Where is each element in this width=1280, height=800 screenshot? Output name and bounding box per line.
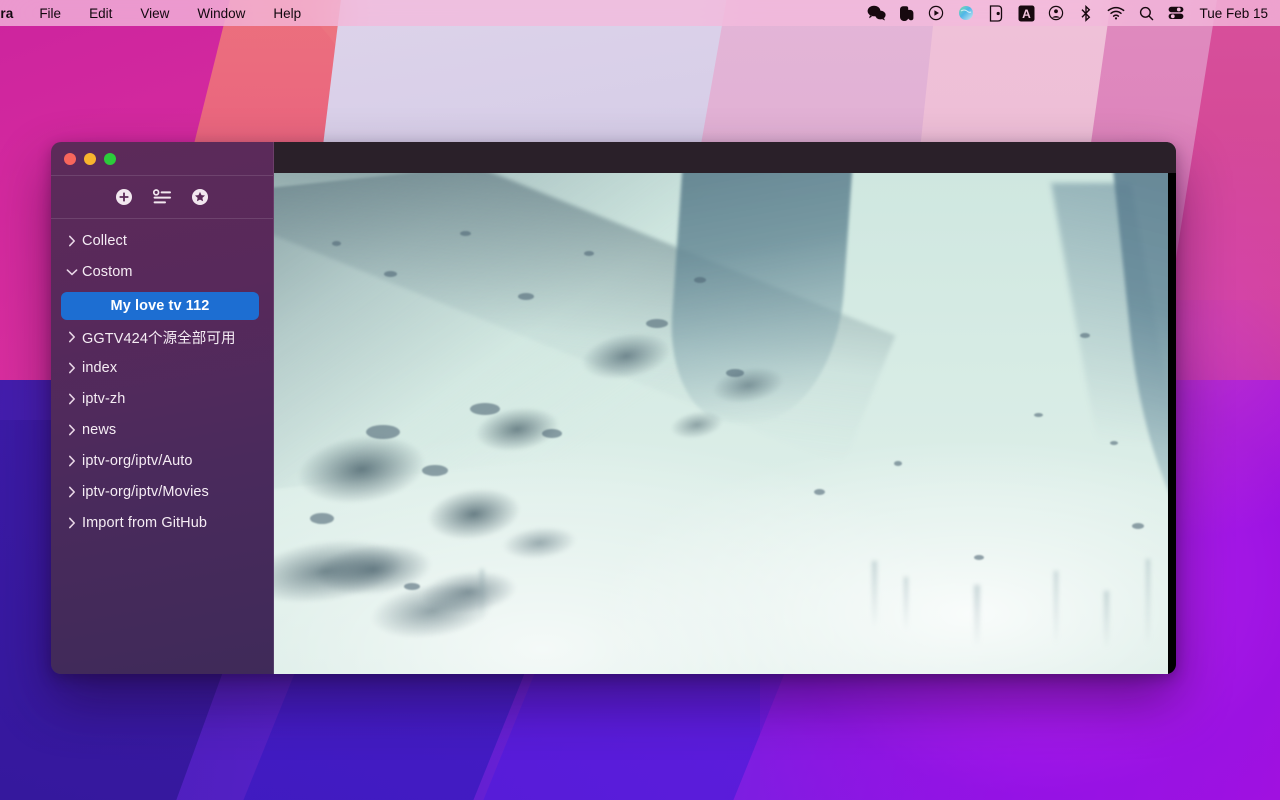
chevron-right-icon <box>65 235 79 247</box>
sidebar-item-my-love-tv-112[interactable]: My love tv 112 <box>61 292 259 320</box>
video-detail <box>1110 441 1118 445</box>
menu-bar-clock[interactable]: Tue Feb 15 <box>1191 6 1274 21</box>
app-window: Collect Costom My love tv 112 GGTV424个源全… <box>51 142 1176 674</box>
sidebar-item-iptv-zh[interactable]: iptv-zh <box>51 388 273 410</box>
close-button[interactable] <box>64 152 76 165</box>
menu-app-name[interactable]: ora <box>0 6 25 21</box>
menu-bar-left: ora File Edit View Window Help <box>0 6 315 21</box>
video-detail <box>872 561 877 629</box>
video-detail <box>1080 333 1090 338</box>
minimize-button[interactable] <box>84 152 96 165</box>
video-detail <box>814 489 825 495</box>
sidebar-item-import-from-github[interactable]: Import from GitHub <box>51 512 273 534</box>
video-detail <box>894 461 902 466</box>
video-detail <box>460 231 471 236</box>
chevron-right-icon <box>65 424 79 436</box>
video-detail <box>470 403 500 415</box>
sidebar-item-label: iptv-org/iptv/Movies <box>82 484 209 500</box>
video-detail <box>480 569 484 621</box>
video-detail <box>646 319 668 328</box>
video-detail <box>726 369 744 377</box>
chevron-right-icon <box>65 331 79 343</box>
zoom-button[interactable] <box>104 152 116 165</box>
video-detail <box>1132 523 1144 529</box>
playlist-tree: Collect Costom My love tv 112 GGTV424个源全… <box>51 219 273 674</box>
favorite-button[interactable] <box>189 186 211 208</box>
menu-item-window[interactable]: Window <box>183 6 259 21</box>
video-detail <box>1104 591 1109 649</box>
sidebar-item-label: Import from GitHub <box>82 515 208 531</box>
wifi-icon[interactable] <box>1101 2 1131 24</box>
sidebar-item-iptv-org-auto[interactable]: iptv-org/iptv/Auto <box>51 450 273 472</box>
menu-item-edit[interactable]: Edit <box>75 6 126 21</box>
chevron-right-icon <box>65 517 79 529</box>
video-detail <box>542 429 562 438</box>
bluetooth-icon[interactable] <box>1071 2 1101 24</box>
video-detail <box>404 583 420 590</box>
search-icon[interactable] <box>1131 2 1161 24</box>
menu-item-file[interactable]: File <box>25 6 75 21</box>
window-titlebar[interactable] <box>51 142 273 175</box>
menu-bar: ora File Edit View Window Help <box>0 0 1280 26</box>
video-surface[interactable] <box>274 173 1168 674</box>
video-detail <box>384 271 397 277</box>
screen: ora File Edit View Window Help <box>0 0 1280 800</box>
device-icon[interactable] <box>981 2 1011 24</box>
video-detail <box>974 585 980 647</box>
sidebar-item-label: GGTV424个源全部可用 <box>82 330 236 347</box>
video-detail <box>366 425 400 439</box>
sidebar-item-collect[interactable]: Collect <box>51 230 273 252</box>
sidebar-item-costom[interactable]: Costom <box>51 261 273 283</box>
chevron-down-icon <box>65 268 79 276</box>
play-circle-icon[interactable] <box>921 2 951 24</box>
video-detail <box>310 513 334 524</box>
player-titlebar[interactable] <box>274 142 1176 173</box>
video-detail <box>1054 571 1058 645</box>
account-icon[interactable] <box>1041 2 1071 24</box>
video-detail <box>974 555 984 560</box>
svg-text:A: A <box>1022 6 1031 20</box>
video-letterbox <box>274 173 1176 674</box>
sidebar-item-index[interactable]: index <box>51 357 273 379</box>
sidebar-item-iptv-org-movies[interactable]: iptv-org/iptv/Movies <box>51 481 273 503</box>
sidebar-item-label: index <box>82 360 118 376</box>
evernote-icon[interactable] <box>891 2 921 24</box>
sidebar-item-label: iptv-org/iptv/Auto <box>82 453 193 469</box>
video-detail <box>332 241 341 246</box>
sidebar-item-label: iptv-zh <box>82 391 126 407</box>
video-detail <box>584 251 594 256</box>
sidebar-item-ggtv424[interactable]: GGTV424个源全部可用 <box>51 326 273 348</box>
chevron-right-icon <box>65 455 79 467</box>
sidebar-item-label: Collect <box>82 233 128 249</box>
video-detail <box>904 577 908 631</box>
video-detail <box>694 277 706 283</box>
playlist-button[interactable] <box>151 186 173 208</box>
menu-item-view[interactable]: View <box>126 6 183 21</box>
sidebar-item-label: Costom <box>82 264 133 280</box>
sidebar-item-label: My love tv 112 <box>110 298 210 314</box>
sidebar-toolbar <box>51 175 273 219</box>
chevron-right-icon <box>65 362 79 374</box>
globe-icon[interactable] <box>951 2 981 24</box>
add-button[interactable] <box>113 186 135 208</box>
wechat-icon[interactable] <box>861 2 891 24</box>
control-center-icon[interactable] <box>1161 2 1191 24</box>
video-detail <box>422 465 448 476</box>
video-detail <box>1146 559 1150 647</box>
menu-item-help[interactable]: Help <box>259 6 315 21</box>
chevron-right-icon <box>65 486 79 498</box>
menu-bar-status: A Tue Feb 15 <box>861 2 1280 24</box>
sidebar: Collect Costom My love tv 112 GGTV424个源全… <box>51 142 274 674</box>
video-player[interactable] <box>274 142 1176 674</box>
chevron-right-icon <box>65 393 79 405</box>
sidebar-item-label: news <box>82 422 117 438</box>
video-detail <box>1034 413 1043 417</box>
video-detail <box>518 293 534 300</box>
sidebar-item-news[interactable]: news <box>51 419 273 441</box>
input-source-a-icon[interactable]: A <box>1011 2 1041 24</box>
